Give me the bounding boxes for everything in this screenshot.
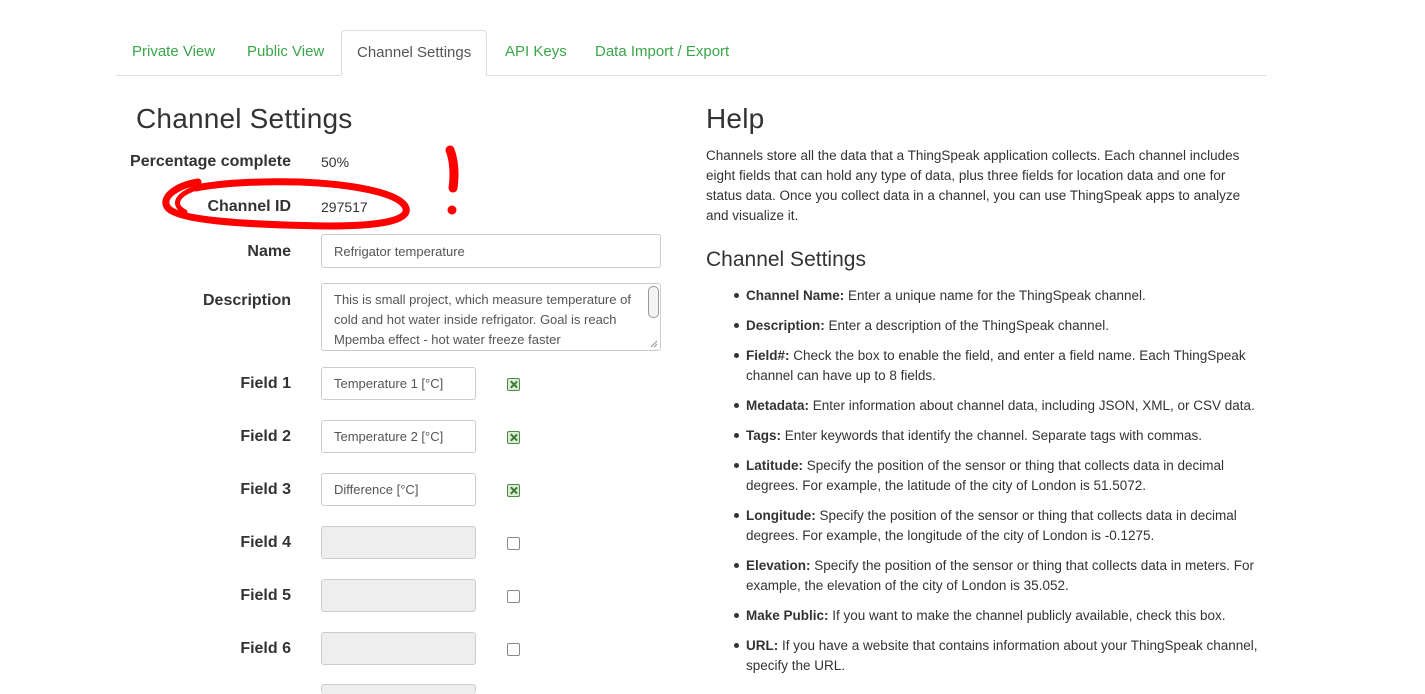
field-4-checkbox[interactable] — [507, 537, 520, 550]
page-title: Channel Settings — [136, 103, 353, 134]
list-item: Elevation: Specify the position of the s… — [706, 556, 1266, 596]
field-3-label: Field 3 — [240, 481, 291, 498]
field-1-input[interactable] — [321, 367, 476, 400]
annotation-circle-tail — [175, 185, 199, 215]
field-2-input[interactable] — [321, 420, 476, 453]
channel-id-label: Channel ID — [207, 198, 291, 215]
field-6-label: Field 6 — [240, 640, 291, 657]
list-item: URL: If you have a website that contains… — [706, 636, 1266, 676]
field-1-label: Field 1 — [240, 375, 291, 392]
field-4-input[interactable] — [321, 526, 476, 559]
list-item: Field#: Check the box to enable the fiel… — [706, 346, 1266, 386]
percentage-value: 50% — [321, 154, 350, 170]
tab-channel-settings[interactable]: Channel Settings — [341, 30, 488, 76]
list-item: Tags: Enter keywords that identify the c… — [706, 426, 1266, 446]
description-label: Description — [202, 292, 291, 309]
field-3-checkbox[interactable] — [507, 484, 520, 497]
list-item: Longitude: Specify the position of the s… — [706, 506, 1266, 546]
resize-grip-icon[interactable] — [648, 338, 658, 348]
list-item: Channel Name: Enter a unique name for th… — [706, 286, 1266, 306]
list-item: Latitude: Specify the position of the se… — [706, 456, 1266, 496]
field-1-checkbox[interactable] — [507, 378, 520, 391]
field-6-checkbox[interactable] — [507, 643, 520, 656]
description-textarea[interactable]: This is small project, which measure tem… — [321, 283, 661, 351]
tab-public-view[interactable]: Public View — [247, 30, 324, 74]
help-title: Help — [706, 103, 765, 134]
field-2-label: Field 2 — [240, 428, 291, 445]
nav-tabs: Private View Public View Channel Setting… — [116, 30, 1266, 76]
list-item: Description: Enter a description of the … — [706, 316, 1266, 336]
name-label: Name — [247, 243, 291, 260]
field-5-input[interactable] — [321, 579, 476, 612]
name-input[interactable] — [321, 234, 661, 268]
description-scrollbar[interactable] — [648, 286, 659, 318]
field-5-checkbox[interactable] — [507, 590, 520, 603]
annotation-exclamation-stroke — [445, 145, 459, 193]
help-subtitle: Channel Settings — [706, 248, 866, 271]
channel-id-value: 297517 — [321, 199, 368, 215]
help-list: Channel Name: Enter a unique name for th… — [706, 286, 1266, 686]
annotation-exclamation-dot — [447, 205, 457, 215]
help-intro: Channels store all the data that a Thing… — [706, 148, 1241, 223]
list-item: Make Public: If you want to make the cha… — [706, 606, 1266, 626]
tab-private-view[interactable]: Private View — [132, 30, 215, 74]
field-6-input[interactable] — [321, 632, 476, 665]
tab-data-import-export[interactable]: Data Import / Export — [595, 30, 729, 74]
field-2-checkbox[interactable] — [507, 431, 520, 444]
field-3-input[interactable] — [321, 473, 476, 506]
tab-api-keys[interactable]: API Keys — [505, 30, 567, 74]
field-5-label: Field 5 — [240, 587, 291, 604]
percentage-label: Percentage complete — [130, 153, 291, 170]
field-4-label: Field 4 — [240, 534, 291, 551]
list-item: Metadata: Enter information about channe… — [706, 396, 1266, 416]
